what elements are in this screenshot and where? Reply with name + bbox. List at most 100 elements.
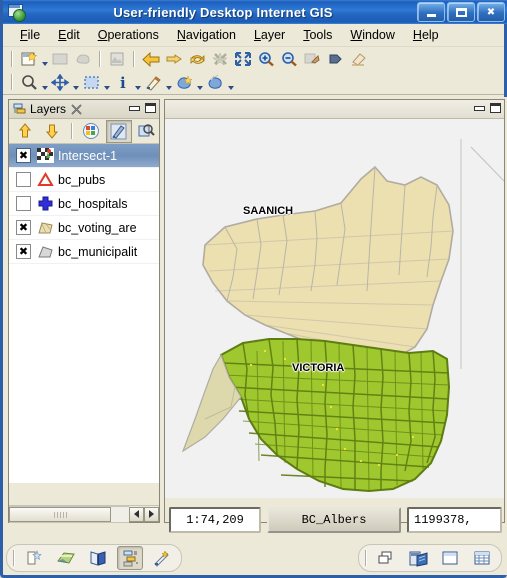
svg-text:i: i — [120, 74, 126, 91]
scroll-left-button[interactable] — [129, 506, 144, 522]
layer-row-bc-voting-areas[interactable]: ✖ bc_voting_are — [9, 216, 159, 240]
measure-tool-icon[interactable] — [142, 72, 164, 92]
menu-help[interactable]: Help — [404, 26, 448, 44]
scrollbar-track[interactable] — [9, 505, 129, 523]
layers-panel-window-controls — [128, 102, 157, 114]
layer-symbology-icon[interactable] — [79, 120, 104, 143]
map-window-icon[interactable] — [405, 546, 431, 570]
move-layer-up-icon[interactable] — [12, 120, 37, 143]
new-project-icon[interactable] — [18, 49, 40, 69]
layer-row-intersect-1[interactable]: ✖ Intersect-1 — [9, 144, 159, 168]
measure-tool-dropdown-icon[interactable] — [165, 70, 172, 95]
new-layer-icon[interactable] — [21, 546, 47, 570]
select-rectangle-dropdown-icon[interactable] — [103, 70, 110, 95]
zoom-full-extent-icon[interactable] — [232, 49, 254, 69]
menu-edit[interactable]: Edit — [49, 26, 89, 44]
layer-name: bc_voting_are — [58, 220, 137, 235]
open-vector-icon[interactable] — [72, 49, 94, 69]
close-button[interactable]: ✖ — [477, 2, 505, 22]
pan-tool-dropdown-icon[interactable] — [72, 70, 79, 95]
layers-horizontal-scrollbar[interactable] — [9, 505, 159, 523]
layer-checkbox[interactable] — [16, 196, 31, 211]
layers-toolbar-separator — [70, 123, 73, 139]
layer-row-bc-municipalities[interactable]: ✖ bc_municipalit — [9, 240, 159, 264]
menu-window[interactable]: Window — [341, 26, 403, 44]
menu-tools[interactable]: Tools — [294, 26, 341, 44]
layers-maximize-button[interactable] — [144, 102, 157, 114]
zoom-to-layer-icon[interactable] — [301, 49, 323, 69]
zoom-in-icon[interactable] — [255, 49, 277, 69]
layers-panel-titlebar: Layers — [9, 100, 159, 119]
toolbar-primary — [3, 47, 504, 70]
minimize-button[interactable] — [417, 2, 445, 22]
image-layer-icon[interactable] — [53, 546, 79, 570]
back-arrow-icon[interactable] — [140, 49, 162, 69]
menu-navigation[interactable]: Navigation — [168, 26, 245, 44]
map-maximize-button[interactable] — [489, 102, 502, 114]
layer-checkbox[interactable]: ✖ — [16, 244, 31, 259]
buffer-tool-icon[interactable] — [204, 72, 226, 92]
layer-name: bc_pubs — [58, 172, 106, 187]
forward-arrow-icon[interactable] — [163, 49, 185, 69]
layer-properties-icon[interactable] — [134, 120, 159, 143]
close-icon[interactable] — [70, 103, 83, 116]
layer-name: Intersect-1 — [58, 148, 118, 163]
scroll-right-button[interactable] — [144, 506, 159, 522]
menu-operations[interactable]: Operations — [89, 26, 168, 44]
clear-selection-icon[interactable] — [209, 49, 231, 69]
select-rectangle-icon[interactable] — [80, 72, 102, 92]
window-icon[interactable] — [437, 546, 463, 570]
map-panel: SAANICH VICTORIA — [164, 99, 505, 523]
open-raster-icon[interactable] — [49, 49, 71, 69]
save-map-icon[interactable] — [106, 49, 128, 69]
refresh-icon[interactable] — [186, 49, 208, 69]
eraser-icon[interactable] — [347, 49, 369, 69]
map-label-victoria: VICTORIA — [292, 362, 345, 374]
attribute-table-icon[interactable] — [469, 546, 495, 570]
app-globe-icon — [8, 4, 26, 22]
bottom-left-group — [6, 544, 182, 572]
layer-name: bc_hospitals — [58, 196, 128, 211]
layers-list[interactable]: ✖ Intersect-1 bc_pubs bc_hospitals ✖ bc_… — [9, 144, 159, 483]
layers-minimize-button[interactable] — [128, 102, 141, 114]
application-window: User-friendly Desktop Internet GIS ✖ FFi… — [0, 0, 507, 578]
zoom-tool-icon[interactable] — [18, 72, 40, 92]
new-project-dropdown-icon[interactable] — [41, 46, 48, 71]
polygon-gray-icon — [37, 244, 54, 259]
identify-info-icon[interactable]: i — [111, 72, 133, 92]
zoom-out-icon[interactable] — [278, 49, 300, 69]
magic-wand-icon[interactable] — [149, 546, 175, 570]
layer-checkbox[interactable] — [16, 172, 31, 187]
catalog-book-icon[interactable] — [85, 546, 111, 570]
scrollbar-thumb[interactable] — [9, 506, 111, 522]
status-bar: 1:74,209 BC_Albers 1199378, — [164, 503, 505, 537]
workspace: Layers ✖ Intersect-1 bc_pubs bc_hospital… — [6, 97, 507, 541]
layer-checkbox[interactable]: ✖ — [16, 148, 31, 163]
select-feature-dropdown-icon[interactable] — [196, 70, 203, 95]
layer-checkbox[interactable]: ✖ — [16, 220, 31, 235]
pan-icon[interactable] — [324, 49, 346, 69]
map-minimize-button[interactable] — [473, 102, 486, 114]
map-canvas[interactable]: SAANICH VICTORIA — [165, 119, 504, 498]
maximize-button[interactable] — [447, 2, 475, 22]
layers-panel-icon[interactable] — [117, 546, 143, 570]
pan-tool-icon[interactable] — [49, 72, 71, 92]
layer-edit-icon[interactable] — [106, 119, 132, 143]
layer-row-bc-pubs[interactable]: bc_pubs — [9, 168, 159, 192]
identify-info-dropdown-icon[interactable] — [134, 70, 141, 95]
coordinates-field[interactable]: 1199378, — [407, 507, 502, 533]
toolbar-separator — [11, 74, 13, 90]
select-feature-icon[interactable] — [173, 72, 195, 92]
cascade-windows-icon[interactable] — [373, 546, 399, 570]
layers-toolbar — [9, 119, 159, 144]
menu-layer[interactable]: Layer — [245, 26, 294, 44]
layers-panel: Layers ✖ Intersect-1 bc_pubs bc_hospital… — [8, 99, 160, 523]
map-label-saanich: SAANICH — [243, 205, 294, 217]
layer-row-bc-hospitals[interactable]: bc_hospitals — [9, 192, 159, 216]
projection-button[interactable]: BC_Albers — [267, 507, 401, 533]
zoom-tool-dropdown-icon[interactable] — [41, 70, 48, 95]
menu-file[interactable]: FFileile — [11, 26, 49, 44]
move-layer-down-icon[interactable] — [39, 120, 64, 143]
buffer-tool-dropdown-icon[interactable] — [227, 70, 234, 95]
map-scale-field[interactable]: 1:74,209 — [169, 507, 261, 533]
